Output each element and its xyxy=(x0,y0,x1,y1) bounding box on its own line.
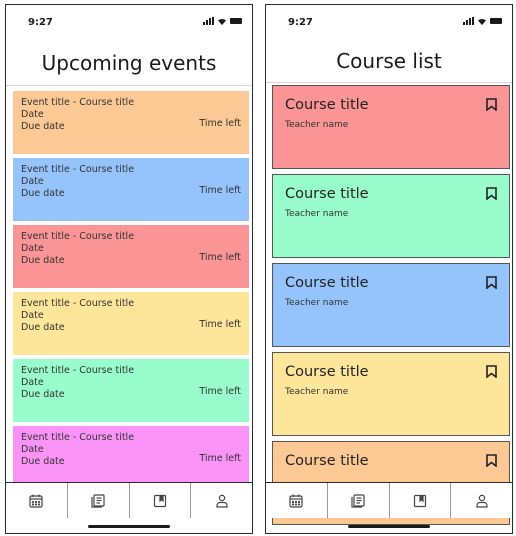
event-card[interactable]: Event title - Course title Date Due date Ti… xyxy=(13,158,249,221)
course-title: Course title xyxy=(285,453,369,469)
course-card[interactable]: Course title Teacher name xyxy=(272,352,510,436)
event-title: Event title - Course title xyxy=(21,97,135,108)
wifi-icon xyxy=(218,18,226,25)
tab-profile[interactable] xyxy=(450,483,512,518)
bookmark-book-icon xyxy=(413,494,426,507)
status-time: 9:27 xyxy=(288,17,313,28)
bookmark-icon[interactable] xyxy=(486,187,497,200)
event-card[interactable]: Event title - Course title Date Due date Ti… xyxy=(13,426,249,489)
bookmark-icon[interactable] xyxy=(486,454,497,467)
bookmark-icon[interactable] xyxy=(486,276,497,289)
event-title: Event title - Course title xyxy=(21,432,135,443)
course-title: Course title xyxy=(285,364,369,380)
event-time-left: Time left xyxy=(199,453,241,464)
signal-icon xyxy=(463,17,474,25)
battery-icon xyxy=(490,18,502,24)
page-title: Course list xyxy=(336,49,442,73)
teacher-name: Teacher name xyxy=(285,298,349,308)
title-divider xyxy=(6,85,252,86)
bottom-nav xyxy=(6,482,252,518)
home-indicator xyxy=(88,525,170,528)
page-title: Upcoming events xyxy=(41,51,217,75)
list-icon xyxy=(351,493,365,508)
status-icons xyxy=(203,17,242,25)
tab-bookmarks[interactable] xyxy=(128,483,191,518)
course-list-screen: 9:27 Course list Course title Teacher nam… xyxy=(265,4,513,534)
person-icon xyxy=(476,494,488,508)
signal-icon xyxy=(203,17,214,25)
status-bar: 9:27 xyxy=(266,5,512,41)
event-card[interactable]: Event title - Course title Date Due date Ti… xyxy=(13,292,249,355)
status-bar: 9:27 xyxy=(6,5,252,41)
course-card[interactable]: Course title Teacher name xyxy=(272,263,510,347)
course-title: Course title xyxy=(285,275,369,291)
tab-profile[interactable] xyxy=(190,483,252,518)
calendar-icon xyxy=(29,494,43,508)
teacher-name: Teacher name xyxy=(285,209,349,219)
event-title: Event title - Course title xyxy=(21,164,135,175)
bookmark-book-icon xyxy=(153,494,166,507)
event-title: Event title - Course title xyxy=(21,298,135,309)
tab-calendar[interactable] xyxy=(266,483,327,518)
teacher-name: Teacher name xyxy=(285,387,349,397)
event-time-left: Time left xyxy=(199,118,241,129)
event-card[interactable]: Event title - Course title Date Due date Ti… xyxy=(13,91,249,154)
list-icon xyxy=(91,493,105,508)
upcoming-events-screen: 9:27 Upcoming events Event title - Cours… xyxy=(5,4,253,534)
status-icons xyxy=(463,17,502,25)
event-card[interactable]: Event title - Course title Date Due date Ti… xyxy=(13,359,249,422)
tab-calendar[interactable] xyxy=(6,483,67,518)
calendar-icon xyxy=(289,494,303,508)
course-card[interactable]: Course title Teacher name xyxy=(272,85,510,169)
home-indicator xyxy=(348,525,430,528)
event-time-left: Time left xyxy=(199,185,241,196)
wifi-icon xyxy=(478,18,486,25)
bookmark-icon[interactable] xyxy=(486,365,497,378)
course-title: Course title xyxy=(285,97,369,113)
event-title: Event title - Course title xyxy=(21,365,135,376)
tab-courses[interactable] xyxy=(326,483,389,518)
title-divider xyxy=(266,82,512,83)
event-time-left: Time left xyxy=(199,319,241,330)
course-card[interactable]: Course title Teacher name xyxy=(272,174,510,258)
battery-icon xyxy=(230,18,242,24)
tab-courses[interactable] xyxy=(66,483,129,518)
bottom-nav xyxy=(266,482,512,518)
event-title: Event title - Course title xyxy=(21,231,135,242)
event-card[interactable]: Event title - Course title Date Due date Ti… xyxy=(13,225,249,288)
status-time: 9:27 xyxy=(28,17,53,28)
person-icon xyxy=(216,494,228,508)
tab-bookmarks[interactable] xyxy=(388,483,451,518)
bookmark-icon[interactable] xyxy=(486,98,497,111)
event-time-left: Time left xyxy=(199,252,241,263)
event-time-left: Time left xyxy=(199,386,241,397)
course-title: Course title xyxy=(285,186,369,202)
teacher-name: Teacher name xyxy=(285,120,349,130)
